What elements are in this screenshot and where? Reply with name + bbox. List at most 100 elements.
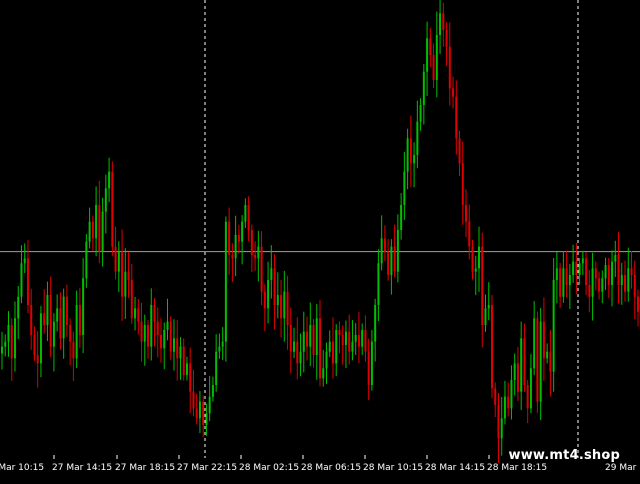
candle-body — [293, 341, 296, 352]
candle-body — [267, 280, 270, 309]
candle-body — [448, 46, 451, 89]
candle-body — [257, 246, 260, 259]
candle-body — [62, 296, 65, 339]
candle-body — [69, 325, 72, 342]
candle-body — [224, 221, 227, 342]
candle-body — [117, 251, 120, 272]
candle-body — [351, 341, 354, 352]
candle-body — [108, 171, 111, 189]
candle-body — [198, 401, 201, 419]
candle-body — [309, 325, 312, 347]
candle-body — [555, 268, 558, 280]
candle-body — [104, 188, 107, 212]
candle-body — [315, 318, 318, 355]
candle-body — [335, 330, 338, 364]
candle-body — [581, 258, 584, 264]
x-tick-label: 28 Mar 10:15 — [363, 463, 423, 473]
candle-body — [98, 205, 101, 252]
candle-body — [452, 88, 455, 97]
candle-body — [594, 268, 597, 279]
candle-body — [331, 341, 334, 364]
candle-body — [601, 278, 604, 292]
candle-body — [338, 330, 341, 335]
candle-body — [568, 275, 571, 285]
candle-body — [455, 96, 458, 139]
x-tick-label: 27 Mar 18:15 — [115, 463, 175, 473]
candle-body — [237, 235, 240, 242]
candle-body — [1, 346, 3, 354]
candle-body — [607, 265, 610, 285]
candle-body — [426, 38, 429, 72]
candle-body — [490, 305, 493, 389]
candle-body — [344, 331, 347, 345]
candle-body — [114, 246, 117, 272]
candle-body — [88, 221, 91, 242]
candle-body — [270, 268, 273, 280]
candle-body — [241, 221, 244, 242]
candlestick-chart[interactable]: 27 Mar 10:15 27 Mar 14:1527 Mar 18:1527 M… — [0, 0, 640, 480]
candle-body — [10, 325, 13, 359]
candle-body — [150, 305, 153, 347]
candle-body — [163, 330, 166, 349]
candle-body — [611, 261, 614, 285]
candle-body — [377, 263, 380, 305]
candle-body — [445, 30, 448, 47]
candle-body — [413, 155, 416, 164]
candle-body — [78, 305, 81, 335]
candle-body — [130, 280, 133, 319]
candle-body — [624, 275, 627, 292]
candle-body — [578, 263, 581, 275]
candle-body — [82, 278, 85, 335]
candle — [490, 295, 493, 399]
candle-body — [523, 338, 526, 385]
candle-body — [442, 13, 445, 31]
candle — [224, 216, 227, 362]
candle-body — [542, 321, 545, 359]
candle-body — [205, 413, 208, 425]
candle-body — [124, 271, 127, 297]
candle-body — [134, 308, 137, 319]
candle-body — [17, 296, 20, 319]
candle-body — [478, 246, 480, 269]
candle-body — [396, 230, 399, 272]
candle-body — [383, 238, 386, 252]
candle-body — [286, 291, 289, 325]
candle-body — [72, 341, 75, 359]
chart-area[interactable]: 27 Mar 10:15 27 Mar 14:1527 Mar 18:1527 M… — [0, 0, 640, 480]
candle-body — [36, 355, 39, 364]
candle-body — [299, 351, 302, 364]
watermark-text: www.mt4.shop — [508, 448, 620, 463]
candle-body — [13, 318, 16, 359]
candle-body — [172, 338, 175, 352]
candle-body — [52, 321, 55, 347]
candle-body — [153, 305, 156, 322]
candle-body — [354, 335, 357, 342]
candle-body — [260, 246, 263, 292]
candle-body — [409, 138, 412, 164]
candle-body — [513, 363, 516, 380]
candle-body — [361, 330, 364, 347]
candle-body — [322, 368, 325, 379]
candle-body — [348, 331, 351, 352]
candle-body — [30, 305, 33, 335]
candle-body — [497, 405, 500, 439]
candle-body — [357, 335, 360, 347]
candle-body — [627, 268, 630, 292]
candle-body — [507, 396, 510, 409]
candle-body — [127, 271, 130, 280]
candle-body — [565, 268, 568, 285]
candle-body — [585, 258, 588, 285]
x-tick-label: 29 Mar — [605, 463, 637, 473]
candle — [536, 311, 539, 413]
candle-body — [4, 341, 7, 347]
candle-body — [500, 418, 503, 439]
candle-body — [432, 55, 435, 80]
candle-body — [617, 255, 620, 285]
candle-body — [189, 363, 192, 392]
candle-body — [276, 295, 279, 305]
candle-body — [26, 258, 29, 305]
x-tick-label: 27 Mar 10:15 — [0, 463, 44, 473]
candle-body — [503, 396, 506, 419]
candle-body — [400, 205, 403, 230]
candle-body — [526, 385, 529, 409]
